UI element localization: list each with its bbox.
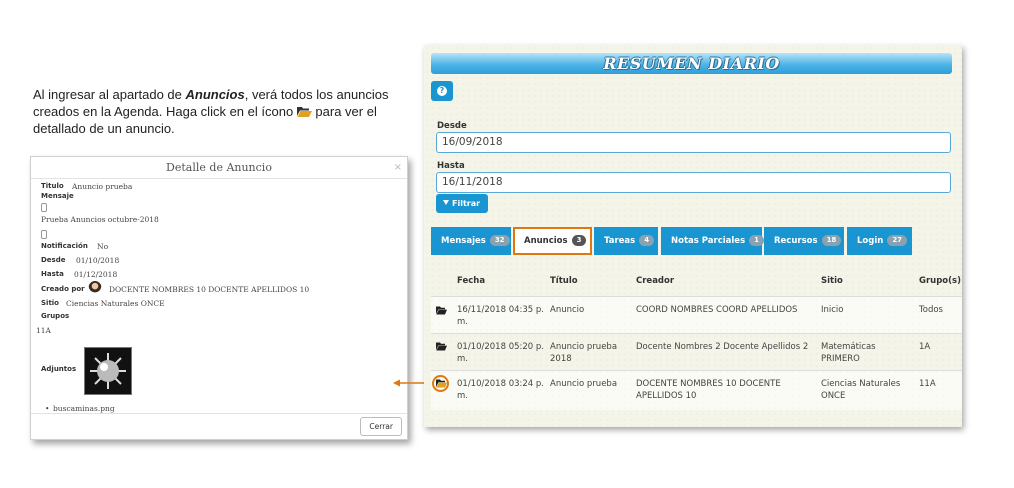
column-header-fecha[interactable]: Fecha <box>457 276 485 286</box>
filter-button-label: Filtrar <box>452 199 481 208</box>
notificacion-value: No <box>97 242 109 251</box>
grupos-label: Grupos <box>41 312 70 320</box>
tab-label: Notas Parciales <box>671 236 746 246</box>
instruction-text: Al ingresar al apartado de Anuncios, ver… <box>33 86 403 137</box>
tab-login[interactable]: Login 27 <box>847 227 912 255</box>
sitio-value: Ciencias Naturales ONCE <box>66 299 165 308</box>
desde-value: 01/10/2018 <box>76 256 120 265</box>
column-header-creador[interactable]: Creador <box>636 276 674 286</box>
tab-label: Tareas <box>604 236 636 246</box>
cell-sitio: Inicio <box>821 305 844 315</box>
notificacion-label: Notificación <box>41 242 88 250</box>
tab-count-badge: 4 <box>639 235 655 246</box>
table-row: 16/11/2018 04:35 p. m. Anuncio COORD NOMB… <box>431 296 962 333</box>
cell-grupo: Todos <box>919 305 943 315</box>
table-row: 01/10/2018 05:20 p. m. Anuncio prueba 2018… <box>431 333 962 370</box>
instruction-text-bold: Anuncios <box>185 87 245 102</box>
cell-grupo: 11A <box>919 379 936 389</box>
hasta-date-input[interactable]: 16/11/2018 <box>436 172 951 193</box>
grupos-value: 11A <box>36 326 51 335</box>
avatar <box>88 281 102 297</box>
column-header-sitio[interactable]: Sitio <box>821 276 843 286</box>
attachment-file-link[interactable]: buscaminas.png <box>53 404 115 413</box>
tab-notas-parciales[interactable]: Notas Parciales 1 <box>661 227 765 255</box>
tab-label: Login <box>857 236 884 246</box>
hasta-label: Hasta <box>41 270 64 278</box>
cell-titulo: Anuncio prueba 2018 <box>550 342 618 364</box>
tab-label: Recursos <box>774 236 818 246</box>
hasta-filter-label: Hasta <box>437 161 465 171</box>
creado-por-label: Creado por <box>41 285 85 293</box>
tab-count-badge: 3 <box>571 235 587 246</box>
cell-sitio: Matemáticas PRIMERO <box>821 342 876 364</box>
tab-count-badge: 32 <box>489 235 510 246</box>
tab-count-badge: 1 <box>749 235 765 246</box>
modal-header: Detalle de Anuncio × <box>31 157 407 179</box>
daily-summary-panel: RESUMEN DIARIO ? Desde 16/09/2018 Hasta … <box>424 45 962 427</box>
cell-grupo: 1A <box>919 342 931 352</box>
announcement-detail-modal: Detalle de Anuncio × Titulo Anuncio prue… <box>30 156 408 440</box>
sitio-label: Sitio <box>41 299 59 307</box>
tab-recursos[interactable]: Recursos 18 <box>764 227 844 255</box>
adjuntos-label: Adjuntos <box>41 365 77 373</box>
cell-creador: DOCENTE NOMBRES 10 DOCENTE APELLIDOS 10 <box>636 379 781 401</box>
creado-por-value: DOCENTE NOMBRES 10 DOCENTE APELLIDOS 10 <box>109 285 310 294</box>
question-icon: ? <box>437 86 447 96</box>
cell-fecha: 16/11/2018 04:35 p. m. <box>457 305 544 327</box>
close-button[interactable]: Cerrar <box>360 417 402 436</box>
mensaje-value: Prueba Anuncios octubre-2018 <box>41 215 159 224</box>
notificacion-checkbox[interactable] <box>41 230 47 239</box>
modal-footer: Cerrar <box>31 413 407 439</box>
desde-label: Desde <box>41 256 66 264</box>
desde-date-input[interactable]: 16/09/2018 <box>436 132 951 153</box>
funnel-icon <box>443 200 449 205</box>
cell-fecha: 01/10/2018 03:24 p. m. <box>457 379 544 401</box>
cell-sitio: Ciencias Naturales ONCE <box>821 379 901 401</box>
cell-fecha: 01/10/2018 05:20 p. m. <box>457 342 544 364</box>
cell-creador: COORD NOMBRES COORD APELLIDOS <box>636 305 798 315</box>
modal-title: Detalle de Anuncio <box>166 161 272 174</box>
pointer-arrow <box>393 379 427 387</box>
table-row: 01/10/2018 03:24 p. m. Anuncio prueba DOC… <box>431 370 962 410</box>
help-button[interactable]: ? <box>431 81 453 101</box>
tab-tareas[interactable]: Tareas 4 <box>594 227 658 255</box>
tab-mensajes[interactable]: Mensajes 32 <box>431 227 511 255</box>
attachment-bullet: • <box>45 404 50 413</box>
page-title: RESUMEN DIARIO <box>603 54 780 73</box>
tab-count-badge: 18 <box>821 235 842 246</box>
cell-titulo: Anuncio prueba <box>550 379 618 389</box>
tab-label: Mensajes <box>441 236 486 246</box>
hasta-value: 01/12/2018 <box>74 270 118 279</box>
folder-open-icon[interactable] <box>436 306 447 315</box>
tab-label: Anuncios <box>524 236 568 246</box>
title-banner: RESUMEN DIARIO <box>431 53 952 74</box>
folder-open-icon[interactable] <box>436 342 447 351</box>
mensaje-label: Mensaje <box>41 192 74 200</box>
desde-filter-label: Desde <box>437 121 467 131</box>
filter-button[interactable]: Filtrar <box>436 194 488 213</box>
folder-open-icon <box>296 107 312 117</box>
mine-image-icon <box>90 353 126 389</box>
column-header-grupos[interactable]: Grupo(s) <box>919 276 961 286</box>
titulo-value: Anuncio prueba <box>72 182 133 191</box>
tab-count-badge: 27 <box>887 235 908 246</box>
mensaje-checkbox[interactable] <box>41 203 47 212</box>
cell-creador: Docente Nombres 2 Docente Apellidos 2 <box>636 342 809 352</box>
instruction-text-part-1: Al ingresar al apartado de <box>33 87 186 102</box>
folder-open-icon[interactable] <box>436 379 447 388</box>
column-header-titulo[interactable]: Título <box>550 276 578 286</box>
titulo-label: Titulo <box>41 182 64 190</box>
attachment-thumbnail[interactable] <box>84 347 132 395</box>
close-icon[interactable]: × <box>394 157 402 179</box>
tab-anuncios[interactable]: Anuncios 3 <box>513 227 592 255</box>
cell-titulo: Anuncio <box>550 305 585 315</box>
